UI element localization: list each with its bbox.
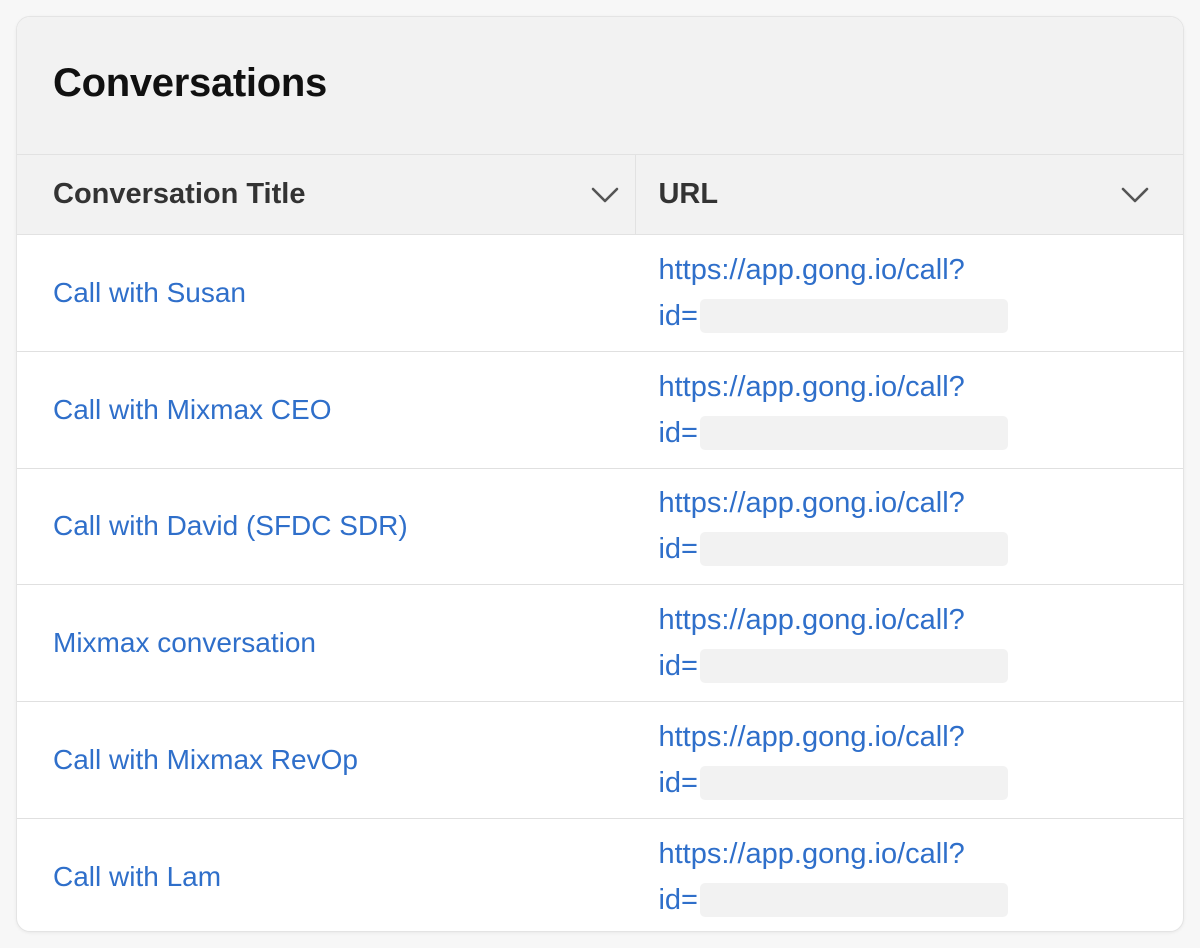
url-link[interactable]: https://app.gong.io/call? [658,597,1183,643]
table-row: Call with Lam https://app.gong.io/call? … [17,819,1183,931]
redacted-id [699,649,1008,684]
url-cell: https://app.gong.io/call? id= [636,585,1183,701]
url-id-line: id= [658,877,1183,923]
url-id-line: id= [658,410,1183,456]
title-cell: Call with Mixmax CEO [17,352,636,468]
conversations-card: Conversations Conversation Title URL Cal… [16,16,1184,932]
url-link[interactable]: https://app.gong.io/call? [658,831,1183,877]
title-cell: Call with Susan [17,235,636,351]
conversation-title-link[interactable]: Call with Mixmax CEO [53,394,331,426]
url-link[interactable]: https://app.gong.io/call? [658,714,1183,760]
conversation-title-link[interactable]: Call with Mixmax RevOp [53,744,358,776]
column-header-label: Conversation Title [53,178,306,210]
conversation-title-link[interactable]: Call with Susan [53,277,246,309]
table-row: Call with Mixmax RevOp https://app.gong.… [17,702,1183,819]
url-id-line: id= [658,526,1183,572]
column-header-url[interactable]: URL [636,155,1183,234]
card-header: Conversations [17,17,1183,155]
redacted-id [699,766,1008,801]
title-cell: Call with David (SFDC SDR) [17,469,636,585]
url-id-label[interactable]: id= [658,293,698,339]
title-cell: Call with Mixmax RevOp [17,702,636,818]
url-id-label[interactable]: id= [658,410,698,456]
url-id-label[interactable]: id= [658,643,698,689]
column-header-label: URL [658,178,719,210]
redacted-id [699,298,1008,333]
url-id-line: id= [658,760,1183,806]
table-header: Conversation Title URL [17,155,1183,235]
url-cell: https://app.gong.io/call? id= [636,819,1183,931]
url-link[interactable]: https://app.gong.io/call? [658,364,1183,410]
chevron-down-icon[interactable] [1117,177,1153,213]
redacted-id [699,415,1008,450]
table-row: Mixmax conversation https://app.gong.io/… [17,585,1183,703]
table-row: Call with Mixmax CEO https://app.gong.io… [17,352,1183,469]
title-cell: Mixmax conversation [17,585,636,701]
column-header-conversation-title[interactable]: Conversation Title [17,155,637,234]
url-link[interactable]: https://app.gong.io/call? [658,480,1183,526]
url-cell: https://app.gong.io/call? id= [636,702,1183,818]
conversation-title-link[interactable]: Call with Lam [53,861,221,893]
url-id-label[interactable]: id= [658,877,698,923]
table-row: Call with Susan https://app.gong.io/call… [17,235,1183,352]
redacted-id [699,883,1008,918]
page-title: Conversations [53,61,327,105]
chevron-down-icon[interactable] [587,177,623,213]
url-cell: https://app.gong.io/call? id= [636,235,1183,351]
url-cell: https://app.gong.io/call? id= [636,352,1183,468]
url-id-line: id= [658,643,1183,689]
url-id-line: id= [658,293,1183,339]
url-id-label[interactable]: id= [658,526,698,572]
table-row: Call with David (SFDC SDR) https://app.g… [17,469,1183,586]
redacted-id [699,532,1008,567]
url-link[interactable]: https://app.gong.io/call? [658,247,1183,293]
conversation-title-link[interactable]: Mixmax conversation [53,627,316,659]
url-id-label[interactable]: id= [658,760,698,806]
url-cell: https://app.gong.io/call? id= [636,469,1183,585]
table-body: Call with Susan https://app.gong.io/call… [17,235,1183,931]
conversation-title-link[interactable]: Call with David (SFDC SDR) [53,510,408,542]
title-cell: Call with Lam [17,819,636,931]
